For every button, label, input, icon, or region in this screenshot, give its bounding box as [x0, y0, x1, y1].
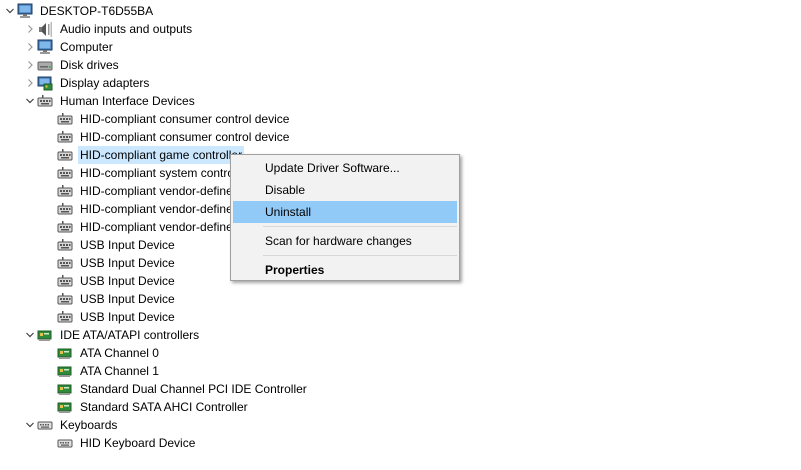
- chevron-down-icon[interactable]: [23, 326, 37, 344]
- device-label: HID-compliant system controller: [80, 166, 251, 180]
- category-label: Human Interface Devices: [60, 94, 195, 108]
- tree-device[interactable]: ATA Channel 0: [57, 344, 161, 362]
- hid-device-icon: [37, 93, 53, 109]
- tree-category-computer[interactable]: Computer: [23, 38, 115, 56]
- menu-separator: [263, 255, 457, 256]
- ide-controller-icon: [57, 363, 73, 379]
- device-label: HID-compliant consumer control device: [80, 112, 290, 126]
- tree-category-ide[interactable]: IDE ATA/ATAPI controllers: [23, 326, 201, 344]
- menu-item-properties[interactable]: Properties: [233, 259, 457, 281]
- category-label: Keyboards: [60, 418, 118, 432]
- hid-device-icon: [57, 273, 73, 289]
- display-adapter-icon: [37, 75, 53, 91]
- menu-item-disable[interactable]: Disable: [233, 179, 457, 201]
- hid-device-icon: [57, 219, 73, 235]
- menu-item-update-driver[interactable]: Update Driver Software...: [233, 157, 457, 179]
- tree-device[interactable]: HID-compliant system controller: [57, 164, 252, 182]
- tree-device[interactable]: ATA Channel 1: [57, 362, 161, 380]
- tree-device[interactable]: USB Input Device: [57, 308, 177, 326]
- menu-separator: [263, 226, 457, 227]
- hid-device-icon: [57, 201, 73, 217]
- device-label: Standard Dual Channel PCI IDE Controller: [80, 382, 307, 396]
- device-label: USB Input Device: [80, 238, 175, 252]
- tree-category-disk-drives[interactable]: Disk drives: [23, 56, 121, 74]
- device-label: Standard SATA AHCI Controller: [80, 400, 248, 414]
- computer-icon: [37, 39, 53, 55]
- chevron-down-icon[interactable]: [23, 416, 37, 434]
- keyboard-icon: [57, 435, 73, 451]
- tree-device[interactable]: HID-compliant consumer control device: [57, 110, 291, 128]
- disk-drive-icon: [37, 57, 53, 73]
- chevron-right-icon[interactable]: [23, 38, 37, 56]
- speaker-icon: [37, 21, 53, 37]
- tree-root[interactable]: DESKTOP-T6D55BA: [3, 2, 155, 20]
- tree-device[interactable]: USB Input Device: [57, 290, 177, 308]
- device-label: USB Input Device: [80, 310, 175, 324]
- keyboard-icon: [37, 417, 53, 433]
- device-label: ATA Channel 0: [80, 346, 159, 360]
- tree-device[interactable]: USB Input Device: [57, 236, 177, 254]
- tree-category-keyboards[interactable]: Keyboards: [23, 416, 119, 434]
- tree-device[interactable]: HID-compliant consumer control device: [57, 128, 291, 146]
- hid-device-icon: [57, 309, 73, 325]
- device-label: ATA Channel 1: [80, 364, 159, 378]
- menu-item-scan[interactable]: Scan for hardware changes: [233, 230, 457, 252]
- ide-controller-icon: [57, 345, 73, 361]
- chevron-right-icon[interactable]: [23, 20, 37, 38]
- tree-device[interactable]: Standard Dual Channel PCI IDE Controller: [57, 380, 309, 398]
- context-menu: Update Driver Software... Disable Uninst…: [230, 154, 460, 281]
- category-label: Display adapters: [60, 76, 150, 90]
- tree-category-audio[interactable]: Audio inputs and outputs: [23, 20, 194, 38]
- ide-controller-icon: [37, 327, 53, 343]
- chevron-down-icon[interactable]: [3, 2, 17, 20]
- hid-device-icon: [57, 291, 73, 307]
- ide-controller-icon: [57, 381, 73, 397]
- hid-device-icon: [57, 111, 73, 127]
- hid-device-icon: [57, 237, 73, 253]
- device-label: USB Input Device: [80, 274, 175, 288]
- hid-device-icon: [57, 183, 73, 199]
- tree-category-hid[interactable]: Human Interface Devices: [23, 92, 197, 110]
- chevron-down-icon[interactable]: [23, 92, 37, 110]
- device-label: HID-compliant consumer control device: [80, 130, 290, 144]
- hid-device-icon: [57, 129, 73, 145]
- computer-icon: [17, 3, 33, 19]
- device-label: USB Input Device: [80, 292, 175, 306]
- category-label: Disk drives: [60, 58, 119, 72]
- ide-controller-icon: [57, 399, 73, 415]
- hid-device-icon: [57, 165, 73, 181]
- hid-device-icon: [57, 147, 73, 163]
- hid-device-icon: [57, 255, 73, 271]
- chevron-right-icon[interactable]: [23, 56, 37, 74]
- device-label: USB Input Device: [80, 256, 175, 270]
- tree-device[interactable]: USB Input Device: [57, 272, 177, 290]
- tree-device-selected[interactable]: HID-compliant game controller: [57, 146, 245, 164]
- tree-device[interactable]: USB Input Device: [57, 254, 177, 272]
- chevron-right-icon[interactable]: [23, 74, 37, 92]
- category-label: Audio inputs and outputs: [60, 22, 193, 36]
- tree-category-display-adapters[interactable]: Display adapters: [23, 74, 151, 92]
- category-label: Computer: [60, 40, 113, 54]
- tree-root-label: DESKTOP-T6D55BA: [40, 4, 154, 18]
- category-label: IDE ATA/ATAPI controllers: [60, 328, 200, 342]
- tree-device[interactable]: Standard SATA AHCI Controller: [57, 398, 250, 416]
- tree-device[interactable]: HID Keyboard Device: [57, 434, 197, 452]
- device-label: HID Keyboard Device: [80, 436, 196, 450]
- device-label: HID-compliant game controller: [78, 146, 245, 164]
- menu-item-uninstall[interactable]: Uninstall: [233, 201, 457, 223]
